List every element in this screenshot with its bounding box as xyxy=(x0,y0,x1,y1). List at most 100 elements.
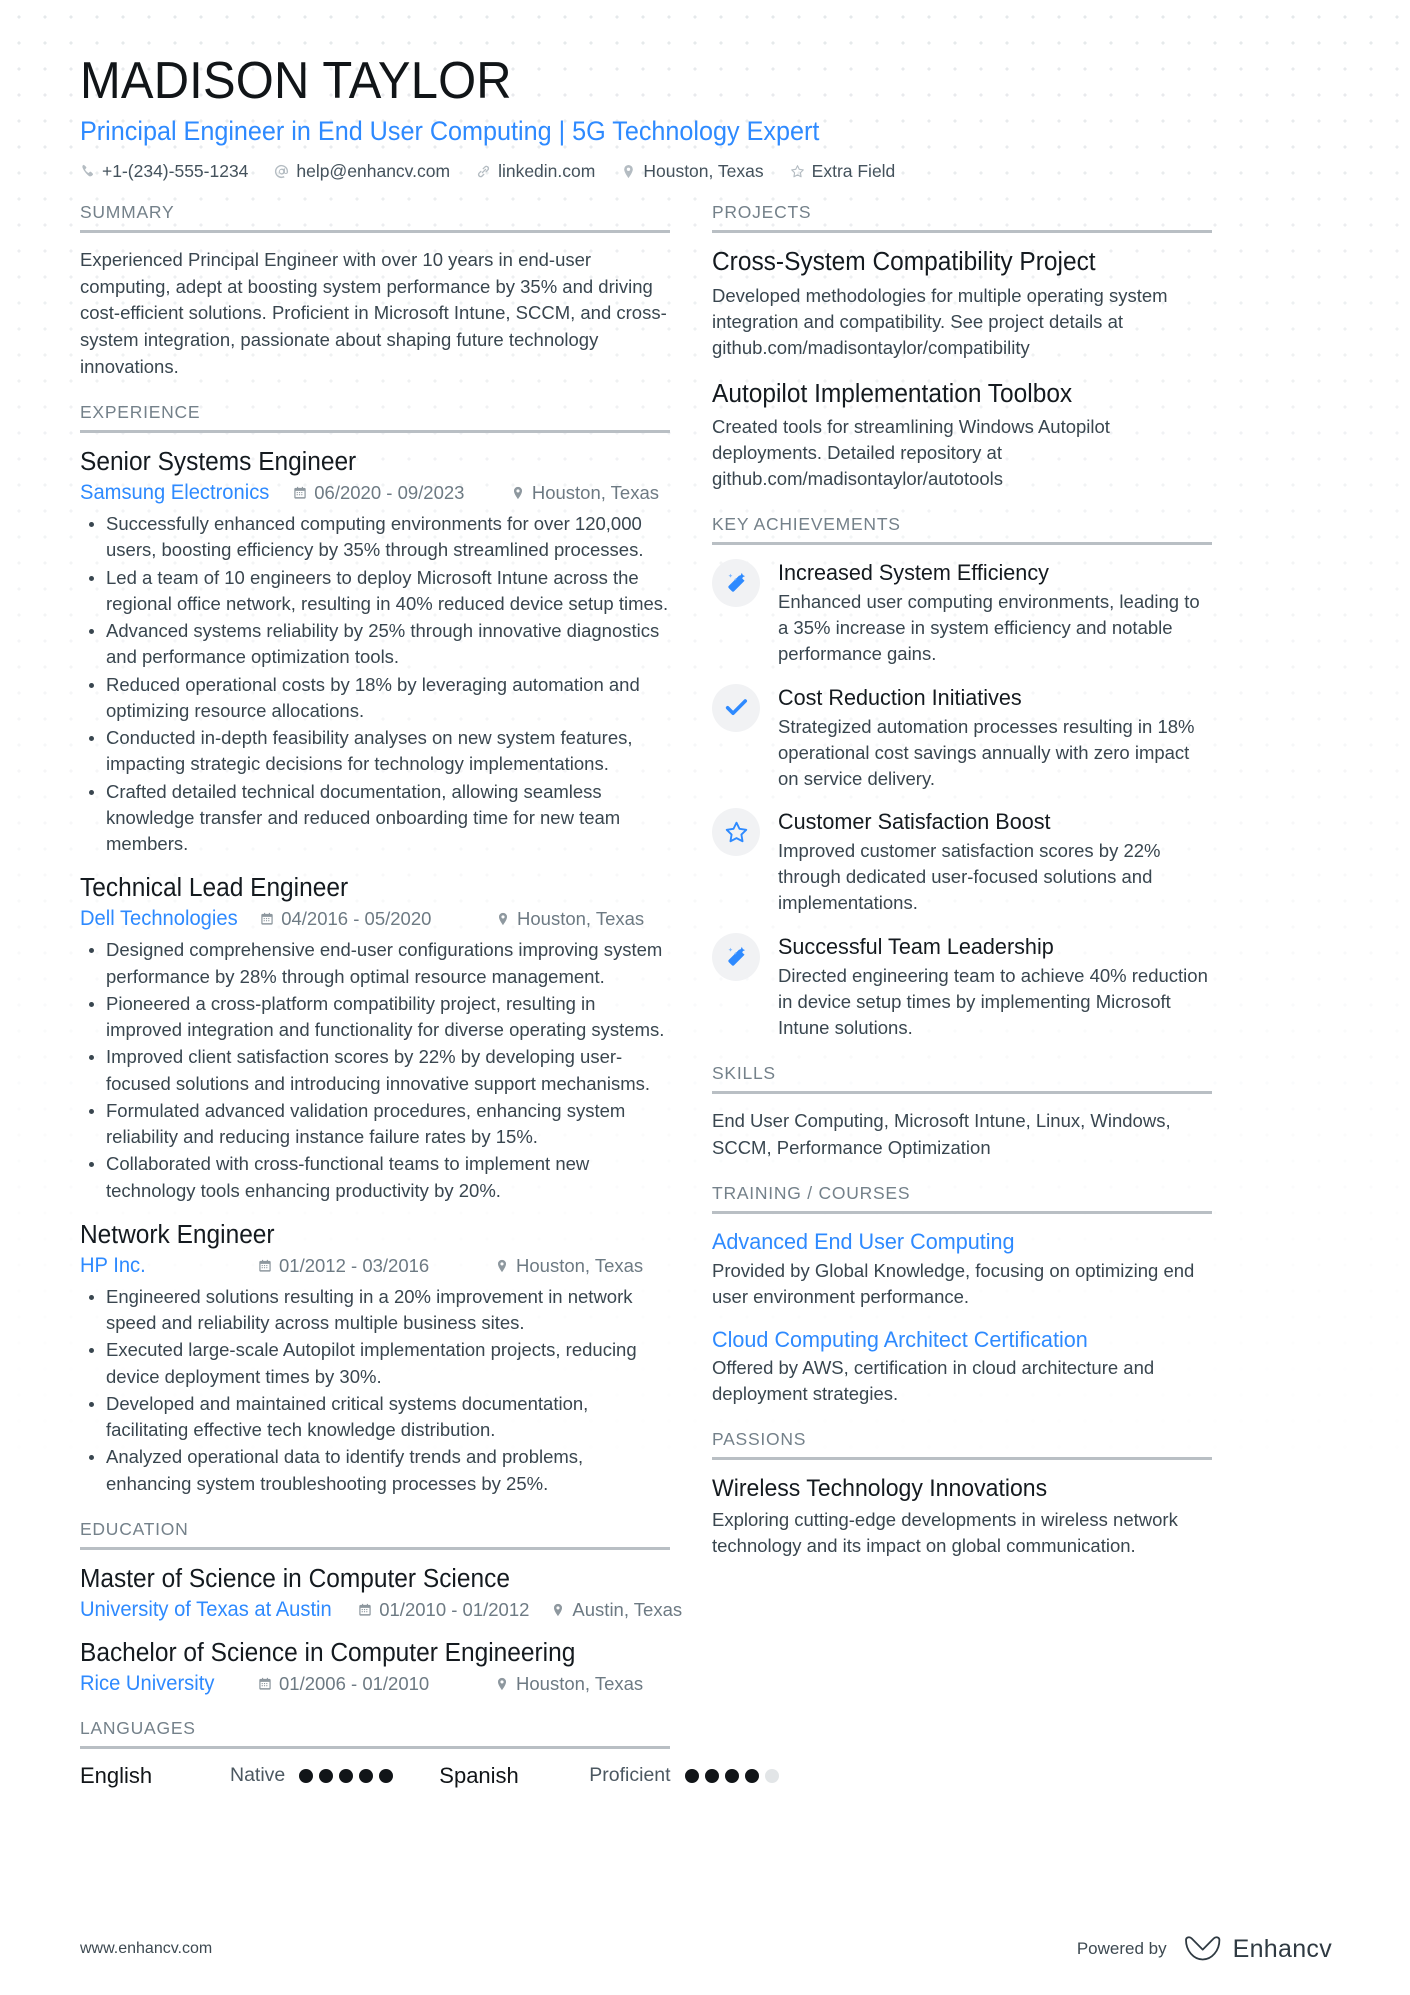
summary-text: Experienced Principal Engineer with over… xyxy=(80,249,667,377)
achievement-body: Increased System Efficiency Enhanced user… xyxy=(778,559,1212,667)
education-school[interactable]: University of Texas at Austin xyxy=(80,1598,332,1622)
section-projects: PROJECTS Cross-System Compatibility Proj… xyxy=(712,202,1212,492)
languages-list: English Native Spanish Proficient xyxy=(80,1763,779,1789)
resume-content: MADISON TAYLOR Principal Engineer in End… xyxy=(0,0,1410,1789)
language-item: Spanish Proficient xyxy=(439,1763,779,1789)
project-entry: Cross-System Compatibility Project Develo… xyxy=(712,247,1212,361)
skills-text: End User Computing, Microsoft Intune, Li… xyxy=(712,1109,1171,1158)
section-summary: SUMMARY Experienced Principal Engineer w… xyxy=(80,202,670,380)
project-title: Cross-System Compatibility Project xyxy=(712,248,1096,277)
experience-bullet: Engineered solutions resulting in a 20% … xyxy=(80,1284,670,1337)
section-heading-skills: SKILLS xyxy=(712,1062,776,1083)
language-rating-dot xyxy=(299,1768,314,1783)
section-heading-languages: LANGUAGES xyxy=(80,1717,196,1738)
entry-meta: HP Inc. 01/2012 - 03/2016 Houston, Texas xyxy=(80,1254,670,1278)
experience-entry: Technical Lead Engineer Dell Technologies… xyxy=(80,873,670,1204)
entry-location: Houston, Texas xyxy=(495,1673,670,1695)
project-entry: Autopilot Implementation Toolbox Created … xyxy=(712,379,1212,493)
section-heading-key-achievements: KEY ACHIEVEMENTS xyxy=(712,514,901,535)
course-title[interactable]: Advanced End User Computing xyxy=(712,1228,1192,1255)
experience-bullet: Developed and maintained critical system… xyxy=(80,1391,670,1444)
star-outline-icon xyxy=(724,820,749,845)
entry-dates-label: 01/2010 - 01/2012 xyxy=(379,1598,530,1620)
entry-meta: Samsung Electronics 06/2020 - 09/2023 Hous… xyxy=(80,481,670,505)
section-heading-experience: EXPERIENCE xyxy=(80,402,201,423)
email-icon xyxy=(274,164,289,179)
section-key-achievements: KEY ACHIEVEMENTS Increased System Effici… xyxy=(712,514,1212,1041)
section-heading-passions: PASSIONS xyxy=(712,1428,807,1449)
headline: Principal Engineer in End User Computing… xyxy=(80,116,820,147)
language-rating-dot xyxy=(319,1768,334,1783)
experience-bullet: Collaborated with cross-functional teams… xyxy=(80,1151,670,1204)
entry-dates: 01/2012 - 03/2016 xyxy=(258,1255,473,1277)
page-footer: www.enhancv.com Powered by Enhancv xyxy=(0,1903,1410,1995)
experience-bullet: Executed large-scale Autopilot implement… xyxy=(80,1337,670,1390)
experience-bullets: Engineered solutions resulting in a 20% … xyxy=(80,1284,670,1497)
achievement-title: Cost Reduction Initiatives xyxy=(778,684,1022,710)
contact-item-label: Houston, Texas xyxy=(643,161,764,182)
education-school[interactable]: Rice University xyxy=(80,1672,214,1696)
project-description: Developed methodologies for multiple ope… xyxy=(712,284,1168,358)
footer-brand-area: Powered by Enhancv xyxy=(1077,1935,1332,1964)
education-entry: Bachelor of Science in Computer Engineer… xyxy=(80,1638,670,1696)
experience-company[interactable]: Samsung Electronics xyxy=(80,481,269,505)
language-rating xyxy=(299,1768,394,1783)
experience-bullet: Conducted in-depth feasibility analyses … xyxy=(80,725,670,778)
experience-entry: Senior Systems Engineer Samsung Electroni… xyxy=(80,447,670,857)
experience-company[interactable]: Dell Technologies xyxy=(80,907,238,931)
education-degree: Master of Science in Computer Science xyxy=(80,1565,510,1594)
section-skills: SKILLS End User Computing, Microsoft Int… xyxy=(712,1063,1212,1162)
language-rating-dot xyxy=(339,1768,354,1783)
contact-item-label: +1-(234)-555-1234 xyxy=(102,161,249,182)
course-title[interactable]: Cloud Computing Architect Certification xyxy=(712,1326,1192,1353)
resume-header: MADISON TAYLOR Principal Engineer in End… xyxy=(80,52,1332,182)
achievements-list: Increased System Efficiency Enhanced user… xyxy=(712,545,1212,1041)
contact-row: +1-(234)-555-1234 help@enhancv.com linkedi… xyxy=(80,161,1332,182)
achievement-badge xyxy=(712,683,760,732)
training-list: Advanced End User Computing Provided by G… xyxy=(712,1214,1212,1406)
entry-meta: University of Texas at Austin 01/2010 - 0… xyxy=(80,1598,682,1622)
section-passions: PASSIONS Wireless Technology Innovations… xyxy=(712,1429,1212,1559)
calendar-icon xyxy=(293,486,307,500)
achievement-entry: Cost Reduction Initiatives Strategized au… xyxy=(712,683,1212,792)
experience-bullet: Improved client satisfaction scores by 2… xyxy=(80,1044,670,1097)
achievement-description: Directed engineering team to achieve 40%… xyxy=(778,965,1208,1038)
achievement-title: Customer Satisfaction Boost xyxy=(778,809,1051,835)
experience-bullet: Led a team of 10 engineers to deploy Mic… xyxy=(80,565,670,618)
entry-location: Houston, Texas xyxy=(495,1255,670,1277)
experience-bullet: Designed comprehensive end-user configur… xyxy=(80,937,670,990)
language-rating-dot xyxy=(359,1768,374,1783)
achievement-entry: Increased System Efficiency Enhanced user… xyxy=(712,559,1212,667)
achievement-body: Successful Team Leadership Directed engin… xyxy=(778,933,1212,1041)
magic-wand-icon xyxy=(724,571,749,596)
achievement-body: Customer Satisfaction Boost Improved cust… xyxy=(778,808,1212,916)
experience-bullet: Reduced operational costs by 18% by leve… xyxy=(80,672,670,725)
footer-url[interactable]: www.enhancv.com xyxy=(80,1940,212,1958)
achievement-body: Cost Reduction Initiatives Strategized au… xyxy=(778,684,1212,792)
entry-location-label: Houston, Texas xyxy=(517,908,645,930)
section-education: EDUCATION Master of Science in Computer … xyxy=(80,1519,682,1696)
powered-by-label: Powered by xyxy=(1076,1939,1167,1958)
experience-company[interactable]: HP Inc. xyxy=(80,1254,146,1278)
language-rating-dot xyxy=(684,1768,699,1783)
passion-description: Exploring cutting-edge developments in w… xyxy=(712,1508,1178,1556)
project-description: Created tools for streamlining Windows A… xyxy=(712,416,1110,490)
location-pin-icon xyxy=(496,912,510,926)
achievement-badge xyxy=(712,559,760,608)
entry-dates: 01/2010 - 01/2012 xyxy=(358,1599,529,1621)
enhancv-logo-icon xyxy=(1183,1936,1223,1962)
entry-location: Houston, Texas xyxy=(496,908,670,930)
entry-dates: 01/2006 - 01/2010 xyxy=(258,1673,473,1695)
passion-entry: Wireless Technology Innovations Exploring… xyxy=(712,1474,1212,1559)
achievement-description: Enhanced user computing environments, le… xyxy=(778,591,1200,664)
experience-bullet: Advanced systems reliability by 25% thro… xyxy=(80,618,670,671)
entry-location-label: Austin, Texas xyxy=(572,1598,683,1620)
entry-location: Austin, Texas xyxy=(551,1599,682,1621)
calendar-icon xyxy=(258,1259,272,1273)
contact-item: help@enhancv.com xyxy=(274,161,450,182)
entry-meta: Dell Technologies 04/2016 - 05/2020 Housto… xyxy=(80,907,670,931)
experience-bullets: Successfully enhanced computing environm… xyxy=(80,511,670,857)
education-entry: Master of Science in Computer Science Uni… xyxy=(80,1564,682,1622)
language-rating-dot xyxy=(379,1768,394,1783)
experience-entry: Network Engineer HP Inc. 01/2012 - 03/2016… xyxy=(80,1220,670,1497)
